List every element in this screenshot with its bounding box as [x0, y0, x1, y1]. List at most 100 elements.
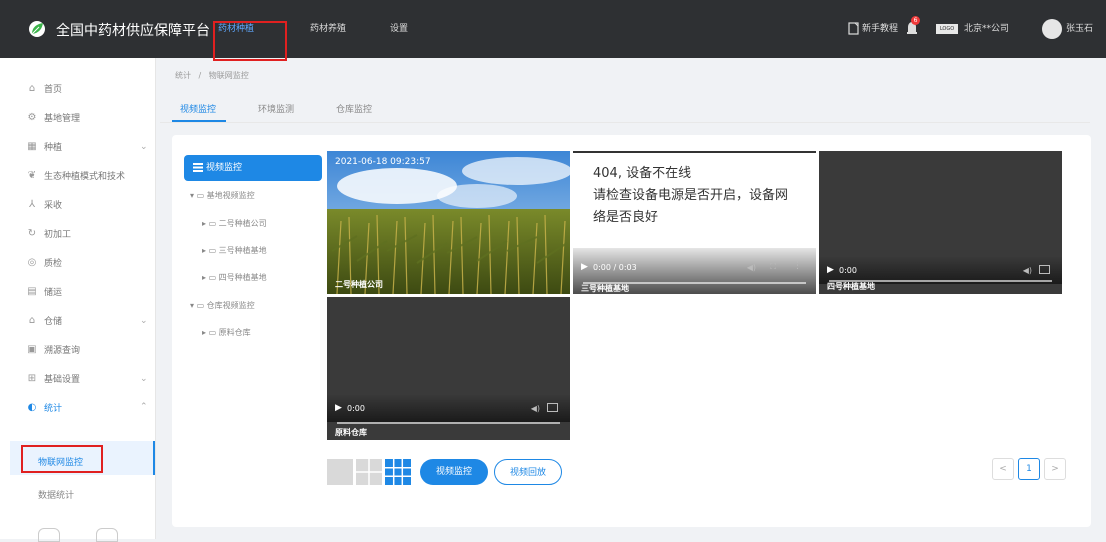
next-page-button[interactable]: >: [1044, 458, 1066, 480]
video-time: 0:00: [347, 404, 365, 413]
volume-icon[interactable]: ◀): [1023, 266, 1032, 275]
video-timestamp: 2021-06-18 09:23:57: [335, 157, 431, 167]
sidebar-item-base[interactable]: ⚙ 基地管理: [26, 111, 81, 124]
sidebar-item-basic-settings[interactable]: ⊞ 基础设置: [26, 372, 80, 385]
fullscreen-icon[interactable]: ⛶: [770, 262, 776, 272]
app-title: 全国中药材供应保障平台: [56, 23, 210, 39]
leaf-logo-icon: [29, 21, 45, 37]
caret-right-icon: ▸: [202, 219, 207, 228]
highlight-box-sidebar: [21, 445, 103, 473]
video-tile-raw-warehouse[interactable]: ▶ 0:00 ◀) 原料仓库: [327, 297, 570, 440]
play-icon[interactable]: ▶: [581, 262, 588, 272]
settings-icon: ⊞: [27, 373, 37, 384]
breadcrumb-current: 物联网监控: [208, 71, 249, 80]
tree-item-raw-warehouse[interactable]: ▸ ▭ 原料仓库: [202, 327, 251, 338]
list-icon: [193, 163, 203, 172]
caret-down-icon: ▾: [190, 191, 195, 200]
nav-item-settings[interactable]: 设置: [390, 0, 408, 58]
sidebar-item-label: 种植: [44, 143, 63, 153]
process-icon: ↻: [27, 228, 37, 239]
sidebar-item-harvest[interactable]: ⅄ 采收: [26, 198, 62, 211]
sidebar-item-statistics[interactable]: ◐ 统计: [26, 401, 62, 414]
tab-warehouse[interactable]: 仓库监控: [336, 102, 372, 115]
video-tile-site-3[interactable]: 404, 设备不在线 请检查设备电源是否开启，设备网络是否良好 ▶ 0:00 /…: [573, 151, 816, 294]
org-name[interactable]: 北京**公司: [964, 0, 1009, 58]
video-tile-site-2[interactable]: 2021-06-18 09:23:57 二号种植公司: [327, 151, 570, 294]
breadcrumb-parent[interactable]: 统计: [175, 71, 191, 80]
leaf-icon: ❦: [27, 170, 37, 181]
tree-item-label: 四号种植基地: [218, 273, 267, 282]
caret-right-icon: ▸: [202, 246, 207, 255]
truck-icon: ▤: [27, 286, 37, 297]
harvest-icon: ⅄: [28, 199, 36, 210]
sidebar-item-label: 储运: [44, 288, 63, 298]
sidebar-item-inspection[interactable]: ◎ 质检: [26, 256, 62, 269]
expand-icon[interactable]: [96, 528, 118, 542]
tutorial-link[interactable]: 新手教程: [862, 0, 898, 58]
sidebar-item-processing[interactable]: ↻ 初加工: [26, 227, 71, 240]
sidebar-item-eco[interactable]: ❦ 生态种植模式和技术: [26, 169, 125, 182]
tree-item-site-3[interactable]: ▸ ▭ 三号种植基地: [202, 245, 267, 256]
sidebar-item-label: 生态种植模式和技术: [44, 172, 126, 182]
sidebar-item-label: 首页: [44, 85, 63, 95]
tree-root-video-monitor[interactable]: 视频监控: [184, 155, 322, 181]
tree-group-warehouse[interactable]: ▾ ▭ 仓库视频监控: [190, 300, 255, 311]
video-error-message: 404, 设备不在线 请检查设备电源是否开启，设备网络是否良好: [593, 163, 793, 229]
video-error-hint: 请检查设备电源是否开启，设备网络是否良好: [593, 188, 789, 225]
sidebar-item-transport[interactable]: ▤ 储运: [26, 285, 62, 298]
play-icon[interactable]: ▶: [827, 265, 834, 275]
layout-2x2-button[interactable]: [356, 459, 382, 485]
chevron-up-icon: ⌃: [140, 402, 148, 412]
document-icon: [848, 22, 859, 35]
playback-button[interactable]: 视频回放: [494, 459, 562, 485]
page-1-button[interactable]: 1: [1018, 458, 1040, 480]
layout-1x1-button[interactable]: [327, 459, 353, 485]
home-icon: ⌂: [28, 83, 36, 94]
video-tile-site-4[interactable]: ▶ 0:00 ◀) 四号种植基地: [819, 151, 1062, 294]
folder-open-icon: ▭: [196, 191, 205, 200]
caret-right-icon: ▸: [202, 328, 207, 337]
sidebar-item-trace[interactable]: ▣ 溯源查询: [26, 343, 80, 356]
chevron-down-icon: ⌄: [140, 316, 148, 326]
sidebar-item-planting[interactable]: ▦ 种植: [26, 140, 62, 153]
prev-page-button[interactable]: <: [992, 458, 1014, 480]
tab-environment[interactable]: 环境监测: [258, 102, 294, 115]
tabs-divider: [160, 122, 1090, 123]
fullscreen-icon[interactable]: [1039, 265, 1050, 274]
nav-item-breeding[interactable]: 药材养殖: [310, 0, 346, 58]
sidebar-sub-data-stats[interactable]: 数据统计: [38, 488, 74, 501]
breadcrumb-separator: /: [198, 71, 202, 80]
sidebar-item-label: 统计: [44, 404, 63, 414]
volume-icon[interactable]: ◀): [531, 404, 540, 413]
sidebar-item-label: 基础设置: [44, 375, 81, 385]
volume-icon[interactable]: ◀): [747, 263, 756, 272]
folder-icon: ▭: [208, 273, 217, 282]
sidebar-item-label: 采收: [44, 201, 63, 211]
layout-3x3-button[interactable]: [385, 459, 411, 485]
tree-item-site-4[interactable]: ▸ ▭ 四号种植基地: [202, 272, 267, 283]
check-icon: ◎: [27, 257, 37, 268]
sidebar-item-label: 溯源查询: [44, 346, 81, 356]
tree-item-label: 三号种植基地: [218, 246, 267, 255]
tree-group-base[interactable]: ▾ ▭ 基地视频监控: [190, 190, 255, 201]
user-name[interactable]: 张玉石: [1066, 0, 1093, 58]
tree-item-site-2[interactable]: ▸ ▭ 二号种植公司: [202, 218, 267, 229]
avatar[interactable]: [1042, 19, 1062, 39]
sidebar-item-home[interactable]: ⌂ 首页: [26, 82, 62, 95]
tab-video-monitor[interactable]: 视频监控: [180, 102, 216, 115]
video-title: 原料仓库: [335, 428, 367, 437]
chevron-down-icon: ⌄: [140, 142, 148, 152]
folder-icon: ▭: [208, 328, 217, 337]
fullscreen-icon[interactable]: [547, 403, 558, 412]
video-progress[interactable]: [337, 422, 560, 424]
highlight-box-nav: [213, 21, 287, 61]
collapse-icon[interactable]: [38, 528, 60, 542]
sidebar-item-label: 基地管理: [44, 114, 81, 124]
sidebar-item-storage[interactable]: ⌂ 仓储: [26, 314, 62, 327]
live-monitor-button[interactable]: 视频监控: [420, 459, 488, 485]
tree-group-label: 基地视频监控: [206, 191, 255, 200]
gear-icon: ⚙: [27, 112, 37, 123]
play-icon[interactable]: ▶: [335, 403, 342, 413]
video-time: 0:00 / 0:03: [593, 263, 637, 272]
more-icon[interactable]: ⋮: [793, 261, 802, 271]
